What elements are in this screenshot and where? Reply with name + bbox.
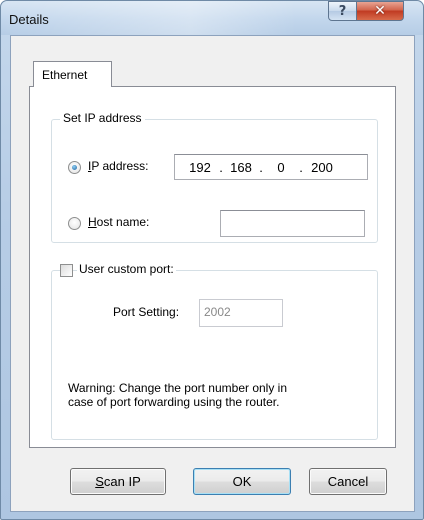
set-ip-address-group: Set IP address IP address: 192 . 168 . 0…	[51, 111, 378, 243]
port-warning-text: Warning: Change the port number only in …	[68, 381, 288, 409]
host-name-label: Host name:	[88, 215, 150, 229]
help-icon: ?	[338, 3, 347, 19]
cancel-button[interactable]: Cancel	[309, 468, 387, 495]
set-ip-address-legend: Set IP address	[60, 111, 145, 125]
ip-dot: .	[299, 159, 303, 175]
ip-dot: .	[259, 159, 263, 175]
ip-octet-1[interactable]: 192	[185, 160, 215, 175]
ethernet-tab-panel: Set IP address IP address: 192 . 168 . 0…	[29, 86, 396, 448]
close-button[interactable]: ✕	[356, 1, 404, 21]
ip-dot: .	[219, 159, 223, 175]
details-dialog: Details ? ✕ Ethernet Set IP address IP a…	[0, 0, 424, 520]
ip-octet-3[interactable]: 0	[267, 160, 295, 175]
ip-address-radio[interactable]	[68, 161, 81, 174]
ip-octet-4[interactable]: 200	[307, 160, 337, 175]
scan-ip-button[interactable]: Scan IP	[70, 468, 166, 495]
user-custom-port-checkbox[interactable]	[60, 264, 73, 277]
ip-address-input[interactable]: 192 . 168 . 0 . 200	[174, 154, 368, 180]
scan-ip-label: Scan IP	[95, 474, 141, 489]
host-name-radio[interactable]	[68, 217, 81, 230]
user-custom-port-label: User custom port:	[77, 262, 176, 276]
ok-button[interactable]: OK	[193, 468, 291, 495]
ip-address-label: IP address:	[88, 159, 149, 173]
close-icon: ✕	[374, 3, 386, 19]
ip-octet-2[interactable]: 168	[227, 160, 255, 175]
port-setting-label: Port Setting:	[113, 305, 180, 319]
tab-ethernet-label: Ethernet	[42, 68, 88, 82]
custom-port-group: User custom port: Port Setting: 2002 War…	[51, 262, 378, 440]
dialog-client-area: Ethernet Set IP address IP address: 192 …	[10, 35, 415, 512]
port-setting-input: 2002	[199, 299, 283, 327]
title-bar[interactable]: Details ? ✕	[1, 1, 423, 35]
host-name-input[interactable]	[220, 210, 365, 237]
help-button[interactable]: ?	[328, 1, 357, 21]
tab-ethernet[interactable]: Ethernet	[33, 61, 112, 87]
window-title: Details	[9, 12, 49, 27]
